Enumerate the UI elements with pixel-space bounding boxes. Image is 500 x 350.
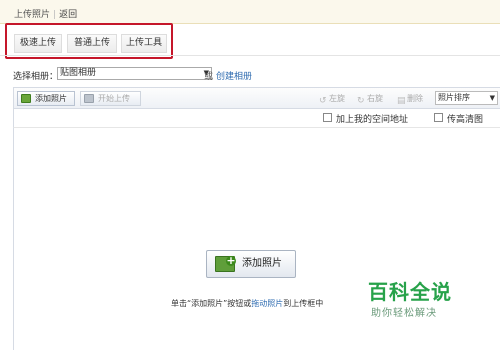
add-photo-big-label: 添加照片 xyxy=(242,258,282,269)
add-photo-label: 添加照片 xyxy=(35,94,67,103)
watermark-subtitle: 助你轻松解决 xyxy=(371,308,437,319)
hint-prefix: 单击“添加照片”按钮或 xyxy=(171,299,252,308)
upload-toolbar: 添加照片 开始上传 ↺ 左旋 ↻ 右旋 ▤删除 照片排序 ▼ xyxy=(13,87,500,109)
add-photo-button[interactable]: 添加照片 xyxy=(17,91,75,106)
tab-upload-tool[interactable]: 上传工具 xyxy=(121,34,167,53)
tab-fast-upload[interactable]: 极速上传 xyxy=(14,34,62,53)
hd-checkbox[interactable] xyxy=(434,113,443,122)
back-link[interactable]: 返回 xyxy=(59,10,77,20)
delete-button[interactable]: ▤删除 xyxy=(397,93,423,106)
add-photo-icon xyxy=(21,94,31,103)
rotate-left-button[interactable]: ↺ 左旋 xyxy=(319,93,345,106)
hint-suffix: 到上传框中 xyxy=(283,299,324,308)
page-title: 上传照片 xyxy=(14,10,51,20)
or-text: 或 xyxy=(204,72,214,82)
plus-icon: + xyxy=(226,254,236,267)
album-label: 选择相册： xyxy=(13,72,59,82)
create-album-link[interactable]: 创建相册 xyxy=(216,69,252,82)
photo-sort-select[interactable]: 照片排序 ▼ xyxy=(435,91,498,105)
watermark-title: 百科全说 xyxy=(368,280,452,304)
chevron-down-icon: ▼ xyxy=(489,94,495,102)
album-selected-value: 贴图相册 xyxy=(60,68,97,78)
photo-sort-value: 照片排序 xyxy=(438,93,470,102)
breadcrumb: 上传照片 | 返回 xyxy=(14,7,77,20)
rotate-left-icon: ↺ xyxy=(319,96,327,106)
tabs-divider xyxy=(0,55,500,56)
rotate-right-icon: ↻ xyxy=(357,96,365,106)
rotate-right-button[interactable]: ↻ 右旋 xyxy=(357,93,383,106)
add-address-label: 加上我的空间地址 xyxy=(336,115,409,125)
drag-photo-link: 拖动照片 xyxy=(251,299,284,308)
add-address-checkbox[interactable] xyxy=(323,113,332,122)
drop-hint: 单击“添加照片”按钮或拖动照片到上传框中 xyxy=(171,298,323,309)
start-upload-button[interactable]: 开始上传 xyxy=(80,91,141,106)
trash-icon: ▤ xyxy=(397,96,406,106)
rotate-left-label: 左旋 xyxy=(329,94,345,103)
options-row: 加上我的空间地址 传高清图 xyxy=(13,109,500,127)
add-photo-big-button[interactable]: + 添加照片 xyxy=(206,250,296,278)
delete-label: 删除 xyxy=(407,94,423,103)
album-select[interactable]: 贴图相册 ▼ xyxy=(57,67,212,80)
add-photo-icon: + xyxy=(215,254,236,272)
start-upload-label: 开始上传 xyxy=(98,94,130,103)
upload-icon xyxy=(84,94,94,103)
rotate-right-label: 右旋 xyxy=(367,94,383,103)
tab-normal-upload[interactable]: 普通上传 xyxy=(67,34,117,53)
breadcrumb-separator: | xyxy=(53,10,57,20)
top-bar: 上传照片 | 返回 xyxy=(0,0,500,24)
hd-label: 传高清图 xyxy=(447,115,484,125)
